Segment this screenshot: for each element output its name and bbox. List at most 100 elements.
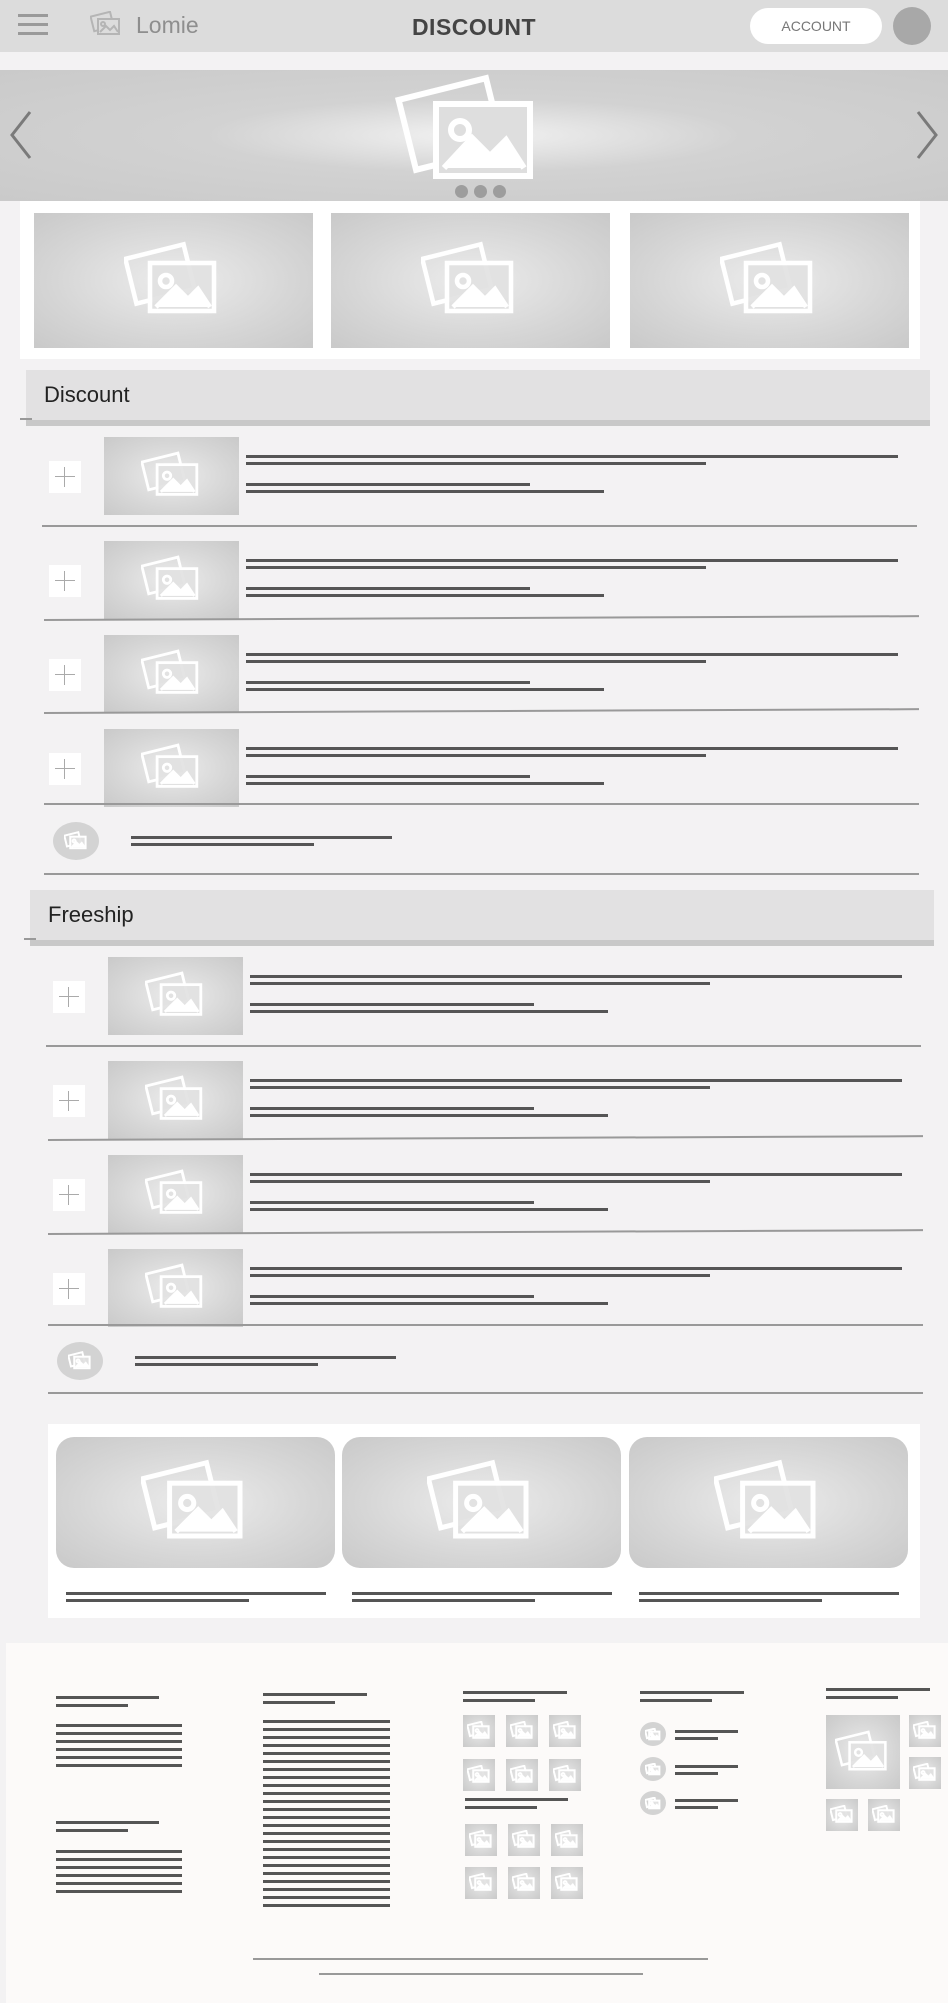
footer-thumbnail[interactable] [465, 1824, 497, 1856]
featured-card-image[interactable] [629, 1437, 908, 1568]
footer-text-line [263, 1864, 390, 1867]
card-title-line [639, 1599, 822, 1602]
footer-heading-line [56, 1829, 128, 1832]
image-icon [140, 649, 203, 699]
footer-thumbnail[interactable] [549, 1759, 581, 1791]
footer-heading-line [463, 1699, 535, 1702]
divider [20, 418, 32, 420]
add-button[interactable] [49, 753, 81, 785]
footer-heading-line [640, 1691, 744, 1694]
image-icon [140, 743, 203, 793]
footer-gallery-thumb[interactable] [826, 1799, 858, 1831]
footer-text-line [263, 1880, 390, 1883]
footer-thumbnail[interactable] [463, 1715, 495, 1747]
footer-heading-line [826, 1696, 898, 1699]
more-items-line [135, 1363, 318, 1366]
footer-heading-line [56, 1696, 159, 1699]
carousel-dot[interactable] [493, 185, 506, 198]
product-thumbnail[interactable] [104, 729, 239, 807]
add-button[interactable] [53, 1085, 85, 1117]
footer-heading-line [56, 1821, 159, 1824]
divider [24, 938, 36, 940]
image-icon [420, 241, 521, 321]
footer-text-line [263, 1832, 390, 1835]
footer-text-line [675, 1806, 718, 1809]
image-icon [913, 1721, 937, 1740]
footer-gallery-thumb[interactable] [868, 1799, 900, 1831]
footer-text-line [263, 1800, 390, 1803]
footer-text-line [263, 1808, 390, 1811]
featured-card-image[interactable] [342, 1437, 621, 1568]
featured-card-image[interactable] [56, 1437, 335, 1568]
footer-text-line [675, 1765, 738, 1768]
image-icon [144, 1075, 207, 1125]
add-button[interactable] [53, 1179, 85, 1211]
footer-text-line [263, 1872, 390, 1875]
add-button[interactable] [53, 981, 85, 1013]
more-items-icon[interactable] [57, 1342, 103, 1380]
product-thumbnail[interactable] [108, 1249, 243, 1327]
footer-text-line [263, 1776, 390, 1779]
footer-thumbnail[interactable] [463, 1759, 495, 1791]
footer-contact-icon[interactable] [640, 1722, 666, 1746]
more-items-icon[interactable] [53, 822, 99, 860]
footer-thumbnail[interactable] [506, 1759, 538, 1791]
product-price-line [246, 594, 604, 597]
footer-thumbnail[interactable] [506, 1715, 538, 1747]
promo-tile-image[interactable] [331, 213, 610, 348]
footer-thumbnail[interactable] [551, 1867, 583, 1899]
footer-text-line [263, 1760, 390, 1763]
footer-gallery-image[interactable] [826, 1715, 900, 1789]
add-button[interactable] [53, 1273, 85, 1305]
footer-text-line [675, 1772, 718, 1775]
product-thumbnail[interactable] [104, 635, 239, 713]
add-button[interactable] [49, 565, 81, 597]
footer-text-line [675, 1799, 738, 1802]
product-thumbnail[interactable] [108, 1061, 243, 1139]
image-icon [913, 1763, 937, 1782]
image-icon [144, 1263, 207, 1313]
product-subtitle-line [250, 1201, 534, 1204]
avatar[interactable] [893, 7, 931, 45]
card-title-line [66, 1592, 326, 1595]
product-thumbnail[interactable] [108, 1155, 243, 1233]
account-button[interactable]: ACCOUNT [750, 8, 882, 44]
image-icon [144, 1169, 207, 1219]
product-title-line [250, 975, 902, 978]
footer-gallery-thumb[interactable] [909, 1715, 941, 1747]
footer-thumbnail[interactable] [508, 1867, 540, 1899]
card-title-line [352, 1592, 612, 1595]
product-title-line [246, 747, 898, 750]
item-divider [46, 1045, 921, 1047]
add-button[interactable] [49, 461, 81, 493]
footer-text-line [263, 1720, 390, 1723]
add-button[interactable] [49, 659, 81, 691]
footer-thumbnail[interactable] [549, 1715, 581, 1747]
footer-text-line [56, 1724, 182, 1727]
carousel-dot[interactable] [474, 185, 487, 198]
footer-gallery-thumb[interactable] [909, 1757, 941, 1789]
chevron-right-icon[interactable] [912, 108, 942, 162]
product-price-line [250, 1302, 608, 1305]
section-divider [44, 873, 919, 875]
footer-thumbnail[interactable] [551, 1824, 583, 1856]
product-thumbnail[interactable] [104, 541, 239, 619]
more-items-line [135, 1356, 396, 1359]
footer-thumbnail[interactable] [465, 1867, 497, 1899]
footer-contact-icon[interactable] [640, 1791, 666, 1815]
item-divider [48, 1324, 923, 1326]
promo-tile-image[interactable] [630, 213, 909, 348]
carousel-dot[interactable] [455, 185, 468, 198]
copyright-line [319, 1973, 643, 1975]
product-title-line [246, 660, 706, 663]
product-thumbnail[interactable] [108, 957, 243, 1035]
footer-contact-icon[interactable] [640, 1757, 666, 1781]
hero-image-icon [394, 72, 544, 189]
product-price-line [246, 782, 604, 785]
footer-thumbnail[interactable] [508, 1824, 540, 1856]
product-title-line [250, 1173, 902, 1176]
product-title-line [250, 1274, 710, 1277]
product-thumbnail[interactable] [104, 437, 239, 515]
promo-tile-image[interactable] [34, 213, 313, 348]
chevron-left-icon[interactable] [6, 108, 36, 162]
